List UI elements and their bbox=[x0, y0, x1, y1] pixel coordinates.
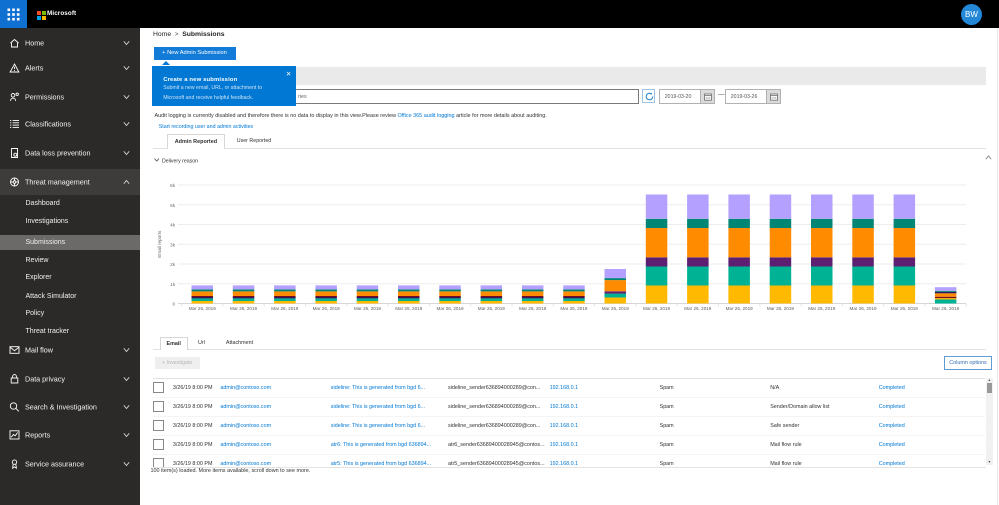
svg-text:Mar 26, 2019: Mar 26, 2019 bbox=[478, 306, 506, 311]
svg-text:Mar 26, 2019: Mar 26, 2019 bbox=[891, 306, 919, 311]
svg-text:Mar 26, 2019: Mar 26, 2019 bbox=[602, 306, 630, 311]
svg-text:4k: 4k bbox=[170, 223, 176, 228]
svg-text:Mar 26, 2019: Mar 26, 2019 bbox=[808, 306, 836, 311]
svg-text:Mar 26, 2019: Mar 26, 2019 bbox=[313, 306, 341, 311]
svg-text:Mar 26, 2019: Mar 26, 2019 bbox=[437, 306, 465, 311]
svg-text:2k: 2k bbox=[170, 262, 176, 267]
svg-text:Mar 26, 2019: Mar 26, 2019 bbox=[767, 306, 795, 311]
svg-text:Mar 26, 2019: Mar 26, 2019 bbox=[850, 306, 878, 311]
svg-text:3k: 3k bbox=[170, 242, 176, 247]
svg-text:6k: 6k bbox=[170, 183, 176, 188]
svg-text:Mar 26, 2019: Mar 26, 2019 bbox=[519, 306, 547, 311]
svg-text:Mar 26, 2019: Mar 26, 2019 bbox=[643, 306, 671, 311]
svg-text:Mar 26, 2019: Mar 26, 2019 bbox=[560, 306, 588, 311]
svg-text:Mar 26, 2019: Mar 26, 2019 bbox=[395, 306, 423, 311]
svg-text:0: 0 bbox=[172, 302, 175, 307]
svg-text:Mar 26, 2019: Mar 26, 2019 bbox=[189, 306, 217, 311]
svg-text:1k: 1k bbox=[170, 282, 176, 287]
svg-text:Mar 26, 2019: Mar 26, 2019 bbox=[932, 306, 960, 311]
svg-text:Mar 26, 2019: Mar 26, 2019 bbox=[230, 306, 258, 311]
svg-text:Email reports: Email reports bbox=[157, 230, 162, 258]
svg-text:Mar 26, 2019: Mar 26, 2019 bbox=[271, 306, 299, 311]
svg-text:5k: 5k bbox=[170, 203, 176, 208]
svg-text:Mar 26, 2019: Mar 26, 2019 bbox=[684, 306, 712, 311]
svg-text:Mar 26, 2019: Mar 26, 2019 bbox=[726, 306, 754, 311]
svg-text:Mar 26, 2019: Mar 26, 2019 bbox=[354, 306, 382, 311]
